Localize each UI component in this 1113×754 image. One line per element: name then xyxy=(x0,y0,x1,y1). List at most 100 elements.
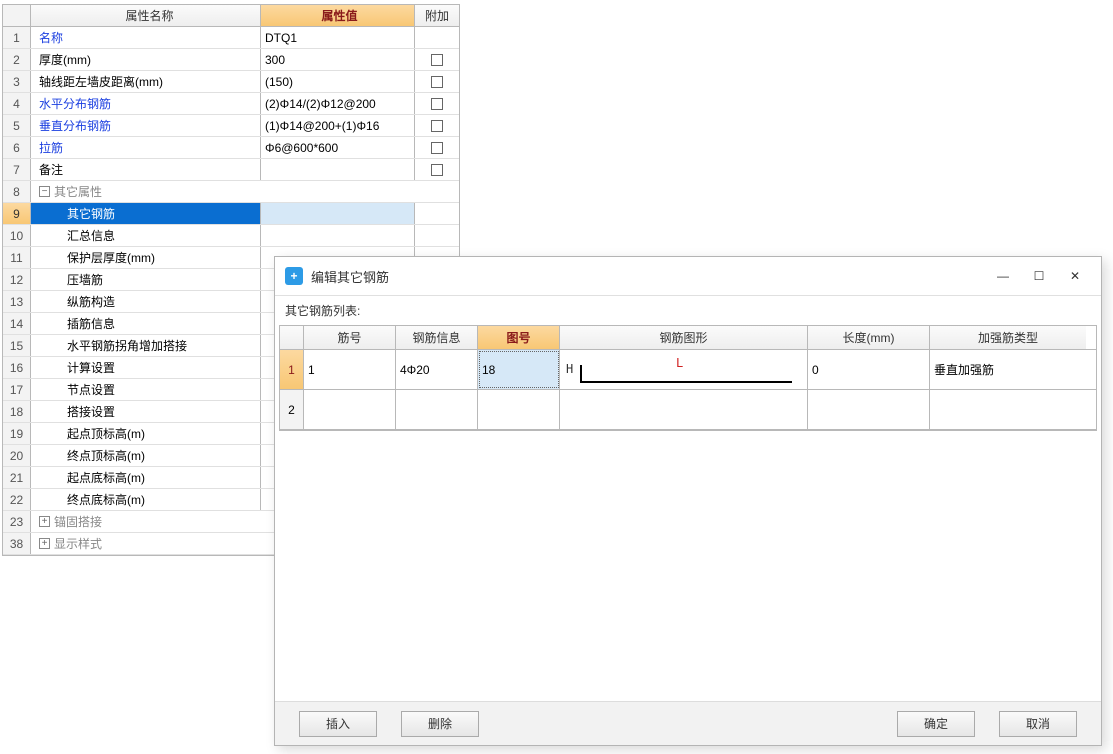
property-name-cell[interactable]: 起点顶标高(m) xyxy=(31,423,261,444)
row-number: 6 xyxy=(3,137,31,158)
property-name-cell[interactable]: 厚度(mm) xyxy=(31,49,261,70)
header-extra: 附加 xyxy=(415,5,459,26)
property-name-label: 搭接设置 xyxy=(39,403,115,420)
property-value-cell[interactable]: (1)Φ14@200+(1)Φ16 xyxy=(261,115,415,136)
remove-button[interactable]: 删除 xyxy=(401,711,479,737)
rebar-header-b: 钢筋信息 xyxy=(396,326,478,349)
property-row[interactable]: 2厚度(mm)300 xyxy=(3,49,459,71)
property-name-cell[interactable]: 名称 xyxy=(31,27,261,48)
property-grid-header: 属性名称 属性值 附加 xyxy=(3,5,459,27)
rebar-cell-c[interactable]: 18 xyxy=(478,350,560,389)
rebar-cell-f[interactable]: 垂直加强筋 xyxy=(930,350,1086,389)
property-name-cell[interactable]: 压墙筋 xyxy=(31,269,261,290)
property-name-cell[interactable]: 纵筋构造 xyxy=(31,291,261,312)
property-name-cell[interactable]: 其它钢筋 xyxy=(31,203,261,224)
rebar-cell-d[interactable] xyxy=(560,390,808,429)
rebar-header-a: 筋号 xyxy=(304,326,396,349)
property-row[interactable]: 10 汇总信息 xyxy=(3,225,459,247)
expand-icon[interactable]: + xyxy=(39,538,50,549)
header-value: 属性值 xyxy=(261,5,415,26)
cancel-button[interactable]: 取消 xyxy=(999,711,1077,737)
row-number: 17 xyxy=(3,379,31,400)
property-name-label: 锚固搭接 xyxy=(54,513,102,530)
extra-checkbox[interactable] xyxy=(431,98,443,110)
property-row[interactable]: 9其它钢筋 xyxy=(3,203,459,225)
rebar-row[interactable]: 2 xyxy=(280,390,1096,430)
property-name-label: 汇总信息 xyxy=(39,227,115,244)
property-name-cell[interactable]: 计算设置 xyxy=(31,357,261,378)
property-name-cell[interactable]: 起点底标高(m) xyxy=(31,467,261,488)
maximize-button[interactable]: ☐ xyxy=(1023,264,1055,288)
row-number: 23 xyxy=(3,511,31,532)
property-value-cell[interactable] xyxy=(261,203,415,224)
property-value-cell[interactable]: DTQ1 xyxy=(261,27,415,48)
property-name-cell[interactable]: 水平钢筋拐角增加搭接 xyxy=(31,335,261,356)
close-button[interactable]: ✕ xyxy=(1059,264,1091,288)
rebar-cell-e[interactable]: 0 xyxy=(808,350,930,389)
rebar-cell-f[interactable] xyxy=(930,390,1086,429)
property-name-cell[interactable]: 汇总信息 xyxy=(31,225,261,246)
extra-checkbox[interactable] xyxy=(431,164,443,176)
property-row[interactable]: 7备注 xyxy=(3,159,459,181)
property-name-label: 终点顶标高(m) xyxy=(39,447,145,464)
property-name-cell[interactable]: 备注 xyxy=(31,159,261,180)
rebar-row[interactable]: 114Φ2018HL0垂直加强筋 xyxy=(280,350,1096,390)
minimize-button[interactable]: — xyxy=(987,264,1019,288)
property-value-cell[interactable]: (2)Φ14/(2)Φ12@200 xyxy=(261,93,415,114)
rebar-header-e: 长度(mm) xyxy=(808,326,930,349)
rebar-cell-a[interactable] xyxy=(304,390,396,429)
property-name-cell[interactable]: 搭接设置 xyxy=(31,401,261,422)
property-row[interactable]: 3轴线距左墙皮距离(mm)(150) xyxy=(3,71,459,93)
property-row[interactable]: 5垂直分布钢筋(1)Φ14@200+(1)Φ16 xyxy=(3,115,459,137)
property-value-cell[interactable]: 300 xyxy=(261,49,415,70)
expand-icon[interactable]: + xyxy=(39,516,50,527)
property-value-cell[interactable] xyxy=(261,159,415,180)
property-name-cell[interactable]: 节点设置 xyxy=(31,379,261,400)
row-number: 14 xyxy=(3,313,31,334)
property-row[interactable]: 8−其它属性 xyxy=(3,181,459,203)
property-name-label: 保护层厚度(mm) xyxy=(39,249,155,266)
row-number: 11 xyxy=(3,247,31,268)
property-value-cell[interactable] xyxy=(261,225,415,246)
property-value-cell[interactable]: Φ6@600*600 xyxy=(261,137,415,158)
property-extra-cell xyxy=(415,115,459,136)
property-name-cell[interactable]: 插筋信息 xyxy=(31,313,261,334)
rebar-cell-b[interactable] xyxy=(396,390,478,429)
property-row[interactable]: 6拉筋Φ6@600*600 xyxy=(3,137,459,159)
property-extra-cell xyxy=(415,27,459,48)
property-name-label: 水平分布钢筋 xyxy=(39,95,111,112)
extra-checkbox[interactable] xyxy=(431,142,443,154)
rebar-cell-c[interactable] xyxy=(478,390,560,429)
property-name-cell[interactable]: 终点顶标高(m) xyxy=(31,445,261,466)
property-name-cell[interactable]: 终点底标高(m) xyxy=(31,489,261,510)
property-name-cell[interactable]: 拉筋 xyxy=(31,137,261,158)
ok-button[interactable]: 确定 xyxy=(897,711,975,737)
property-name-cell[interactable]: 保护层厚度(mm) xyxy=(31,247,261,268)
rebar-header-rownum xyxy=(280,326,304,349)
property-extra-cell xyxy=(415,137,459,158)
property-row[interactable]: 4水平分布钢筋(2)Φ14/(2)Φ12@200 xyxy=(3,93,459,115)
property-name-label: 计算设置 xyxy=(39,359,115,376)
row-number: 10 xyxy=(3,225,31,246)
property-name-cell[interactable]: 轴线距左墙皮距离(mm) xyxy=(31,71,261,92)
insert-button[interactable]: 插入 xyxy=(299,711,377,737)
property-value-cell[interactable]: (150) xyxy=(261,71,415,92)
rebar-cell-e[interactable] xyxy=(808,390,930,429)
extra-checkbox[interactable] xyxy=(431,76,443,88)
rebar-header-c: 图号 xyxy=(478,326,560,349)
row-number: 3 xyxy=(3,71,31,92)
rebar-cell-b[interactable]: 4Φ20 xyxy=(396,350,478,389)
rebar-cell-a[interactable]: 1 xyxy=(304,350,396,389)
property-name-cell[interactable]: 垂直分布钢筋 xyxy=(31,115,261,136)
row-number: 5 xyxy=(3,115,31,136)
property-name-cell[interactable]: −其它属性 xyxy=(31,181,459,202)
property-name-label: 纵筋构造 xyxy=(39,293,115,310)
extra-checkbox[interactable] xyxy=(431,120,443,132)
property-name-cell[interactable]: 水平分布钢筋 xyxy=(31,93,261,114)
collapse-icon[interactable]: − xyxy=(39,186,50,197)
extra-checkbox[interactable] xyxy=(431,54,443,66)
rebar-cell-d[interactable]: HL xyxy=(560,350,808,389)
property-name-label: 压墙筋 xyxy=(39,271,103,288)
property-row[interactable]: 1名称DTQ1 xyxy=(3,27,459,49)
row-number: 7 xyxy=(3,159,31,180)
